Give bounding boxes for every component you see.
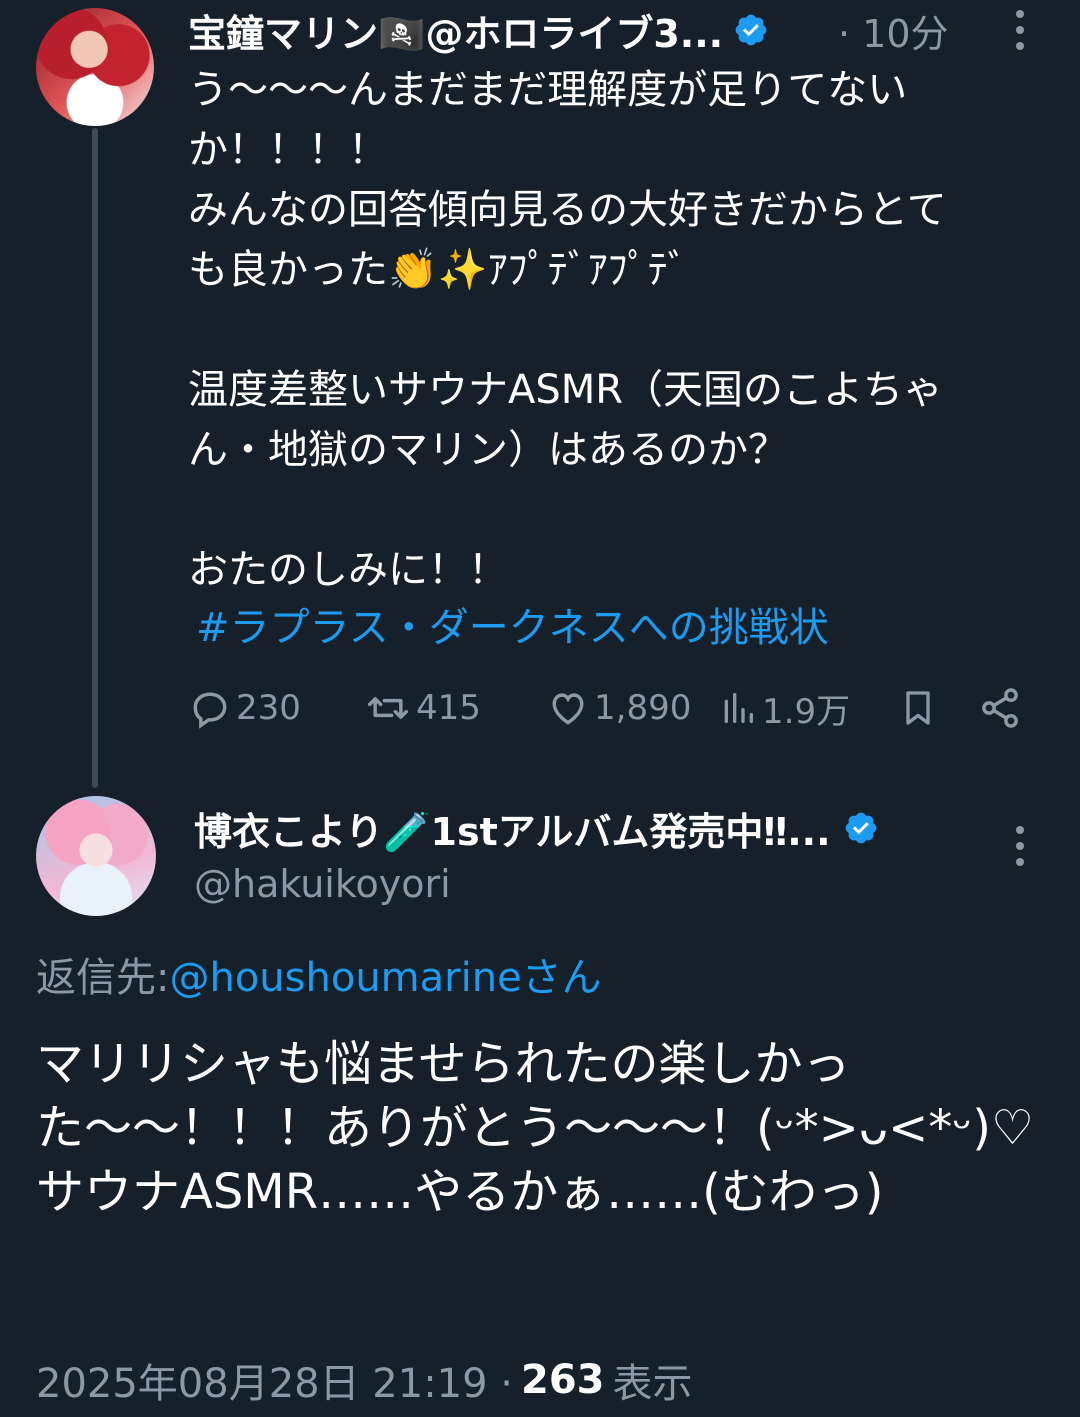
- tweet-time: · 10分: [838, 11, 949, 56]
- tweet-text: う〜〜〜んまだまだ理解度が足りてない か！！！！ みんなの回答傾向見るの大好きだ…: [188, 67, 947, 593]
- bookmark-icon: [906, 691, 930, 725]
- display-name: 宝鐘マリン🏴‍☠️@ホロライブ3...: [188, 11, 724, 56]
- views-button[interactable]: 1.9万: [718, 680, 850, 736]
- tweet-actions: 230 415 1,890 1.9万: [188, 680, 1028, 736]
- thread-connector-line: [92, 128, 98, 788]
- share-button[interactable]: [978, 680, 1026, 736]
- tweet-timestamp[interactable]: 2025年08月28日 21:19 ·: [36, 1351, 513, 1409]
- author-name[interactable]: 宝鐘マリン🏴‍☠️@ホロライブ3...: [188, 4, 769, 56]
- analytics-icon: [724, 693, 753, 723]
- author-name[interactable]: 博衣こより🧪1stアルバム発売中‼...: [194, 802, 879, 854]
- avatar[interactable]: [36, 8, 154, 126]
- view-count: 263: [521, 1357, 605, 1403]
- more-options-icon[interactable]: [1015, 10, 1025, 50]
- reply-to-line: 返信先: @houshoumarineさん: [36, 946, 602, 1002]
- tweet-footer: 2025年08月28日 21:19 · 263 表示: [36, 1352, 693, 1408]
- tweet-text: マリリシャも悩ませられたの楽しかっ た〜〜！！！ありがとう〜〜〜！(ᵕ*>ᴗ<*…: [36, 1036, 1034, 1220]
- verified-badge-icon: [845, 812, 876, 844]
- hashtag-link[interactable]: #ラプラス・ダークネスへの挑戦状: [196, 598, 829, 658]
- repost-button[interactable]: 415: [364, 680, 481, 736]
- share-icon: [982, 688, 1018, 728]
- reply-to-mention[interactable]: @houshoumarineさん: [169, 945, 601, 1003]
- reply-icon: [193, 692, 227, 729]
- like-button[interactable]: 1,890: [546, 680, 691, 736]
- verified-badge-icon: [735, 14, 767, 46]
- view-label: 表示: [612, 1361, 693, 1407]
- more-options-icon[interactable]: [1015, 826, 1025, 866]
- author-handle[interactable]: @hakuikoyori: [194, 858, 451, 910]
- repost-icon: [367, 697, 409, 719]
- avatar[interactable]: [36, 796, 156, 916]
- display-name: 博衣こより🧪1stアルバム発売中‼...: [194, 809, 831, 854]
- reply-button[interactable]: 230: [188, 680, 301, 736]
- bookmark-button[interactable]: [898, 680, 942, 736]
- heart-icon: [552, 693, 584, 725]
